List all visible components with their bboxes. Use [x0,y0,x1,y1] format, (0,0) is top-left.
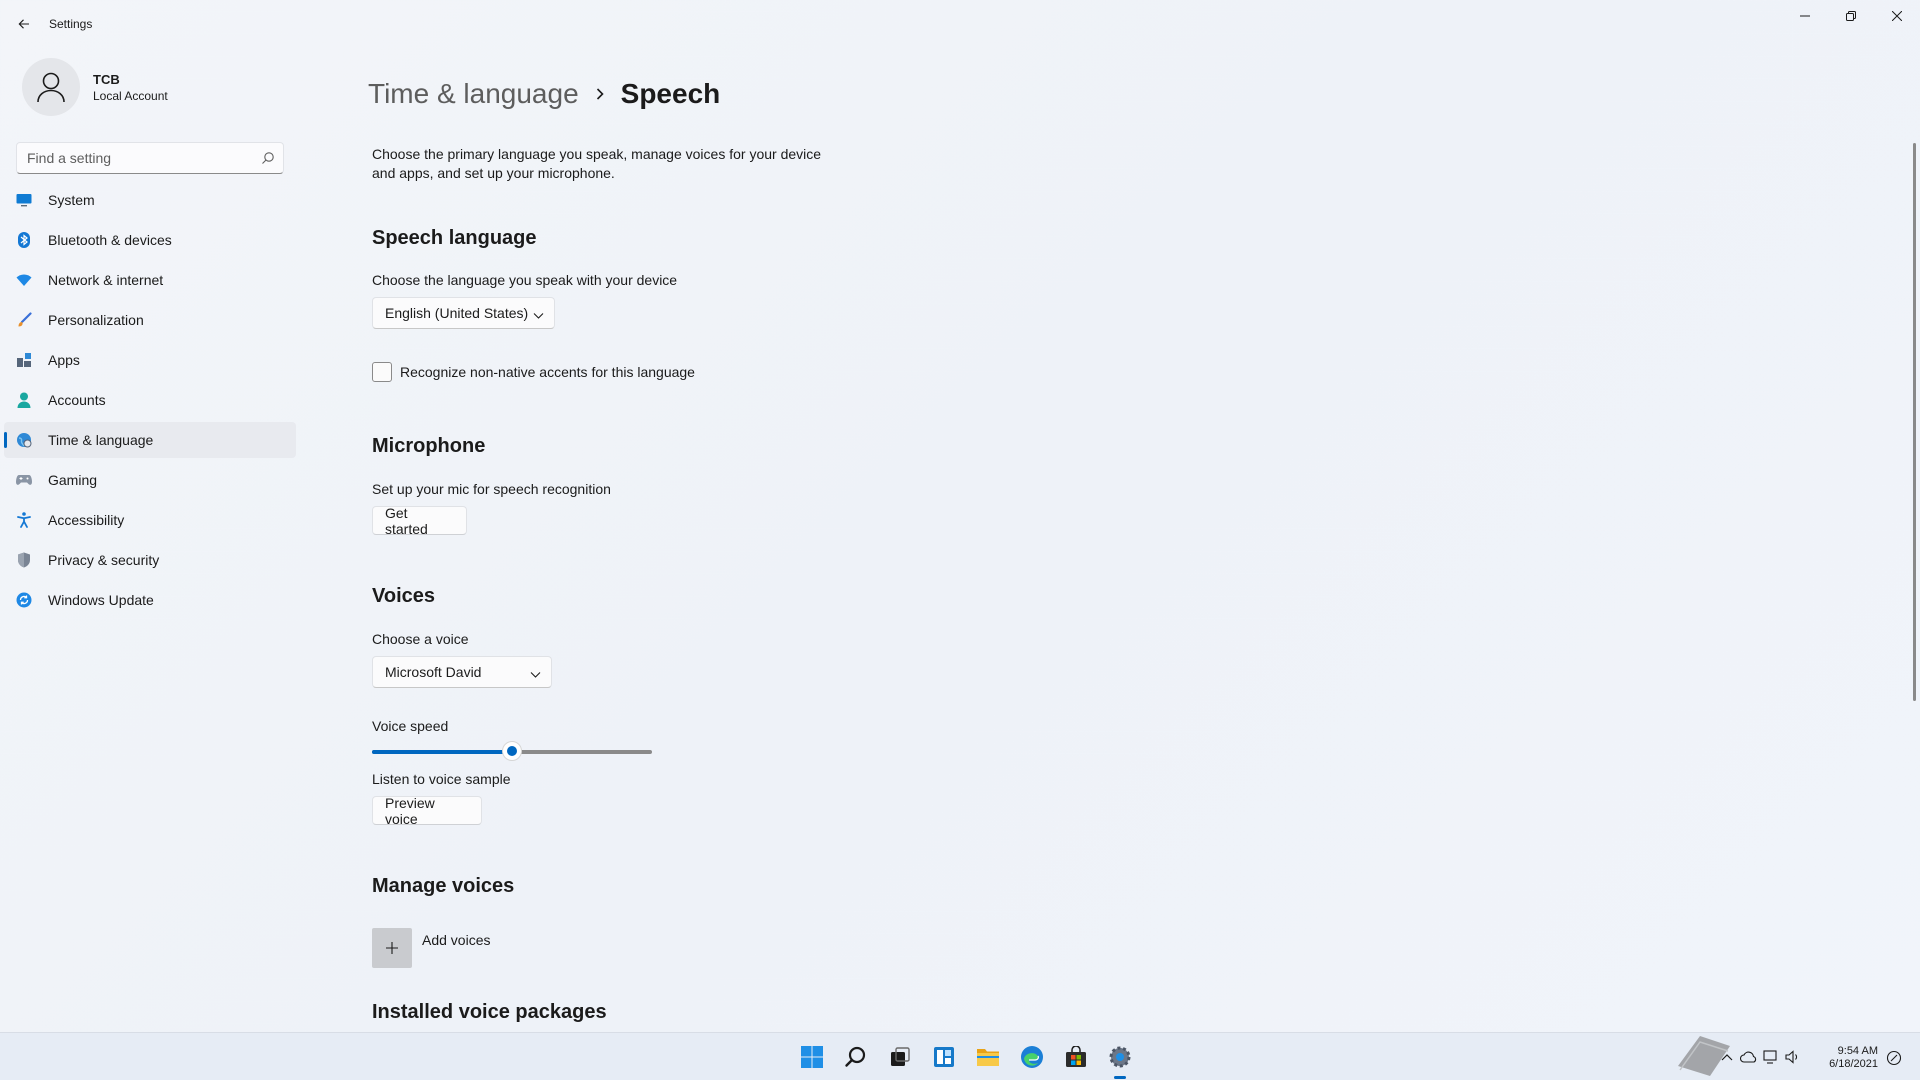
clock-date: 6/18/2021 [1829,1058,1878,1070]
back-arrow-icon [18,19,29,29]
slider-thumb[interactable] [502,741,522,761]
sidebar-item-apps[interactable]: Apps [4,342,296,378]
non-native-accents-option[interactable]: Recognize non-native accents for this la… [372,362,695,382]
edge-icon[interactable] [1010,1033,1054,1080]
breadcrumb-parent[interactable]: Time & language [368,78,579,110]
sidebar-nav: System Bluetooth & devices Network & int… [4,182,296,622]
search-box[interactable] [16,142,284,174]
microphone-heading: Microphone [372,435,486,457]
sidebar-item-label: Apps [48,352,80,368]
speech-language-value: English (United States) [385,305,529,321]
sidebar-item-label: Accessibility [48,512,125,528]
notifications-icon[interactable] [1886,1050,1902,1071]
voice-value: Microsoft David [385,664,482,680]
sidebar-item-label: Network & internet [48,272,164,288]
sidebar-item-personalization[interactable]: Personalization [4,302,296,338]
avatar [22,58,80,116]
taskbar: 9:54 AM 6/18/2021 [0,1032,1920,1080]
add-voices-button[interactable] [372,928,412,968]
speech-language-label: Choose the language you speak with your … [372,272,678,288]
wifi-icon [16,272,32,288]
sidebar-item-time-language[interactable]: Time & language [4,422,296,458]
watermark-logo [1672,1030,1782,1080]
settings-icon[interactable] [1098,1033,1142,1080]
page-title: Speech [620,78,721,109]
person-outline-icon [37,72,65,103]
sidebar-item-label: System [48,192,95,208]
manage-voices-heading: Manage voices [372,875,515,897]
voice-dropdown[interactable]: Microsoft David [372,656,552,688]
person-icon [16,392,32,408]
gamepad-icon [16,472,32,488]
windows-start-icon[interactable] [790,1033,834,1080]
sidebar-item-label: Privacy & security [48,552,160,568]
speech-language-dropdown[interactable]: English (United States) [372,297,555,329]
chevron-down-icon [530,667,541,683]
user-profile[interactable]: TCB Local Account [20,56,300,120]
sidebar-item-windows-update[interactable]: Windows Update [4,582,296,618]
sidebar-item-accounts[interactable]: Accounts [4,382,296,418]
volume-icon[interactable] [1782,1050,1804,1064]
update-icon [16,592,32,608]
add-voices-label[interactable]: Add voices [422,932,490,948]
shield-icon [16,552,32,568]
voice-speed-label: Voice speed [372,718,449,734]
installed-voice-packages-heading: Installed voice packages [372,1001,607,1023]
profile-account-type: Local Account [93,89,168,103]
close-button[interactable] [1874,0,1920,32]
non-native-accents-checkbox[interactable] [372,362,392,382]
slider-fill [372,750,512,754]
sidebar-item-label: Windows Update [48,592,154,608]
globe-clock-icon [16,432,32,448]
app-title: Settings [49,17,93,31]
sidebar-item-label: Time & language [48,432,154,448]
profile-name: TCB [93,72,120,87]
breadcrumb: Time & language Speech [368,78,720,110]
get-started-button[interactable]: Get started [372,505,467,537]
sidebar-item-system[interactable]: System [4,182,296,218]
sidebar-item-privacy[interactable]: Privacy & security [4,542,296,578]
monitor-icon [16,192,32,208]
non-native-accents-label: Recognize non-native accents for this la… [400,364,695,380]
widgets-icon[interactable] [922,1033,966,1080]
voices-heading: Voices [372,585,435,607]
plus-icon [386,942,398,954]
accessibility-icon [16,512,32,528]
page-description: Choose the primary language you speak, m… [372,146,822,181]
file-explorer-icon[interactable] [966,1033,1010,1080]
scrollbar[interactable] [1913,143,1916,701]
sidebar-item-bluetooth[interactable]: Bluetooth & devices [4,222,296,258]
microphone-label: Set up your mic for speech recognition [372,481,611,497]
sidebar-item-label: Personalization [48,312,144,328]
choose-voice-label: Choose a voice [372,631,469,647]
voice-speed-slider[interactable] [372,739,652,763]
clock-time: 9:54 AM [1837,1045,1878,1057]
sidebar-item-label: Gaming [48,472,98,488]
apps-icon [16,352,32,368]
back-button[interactable] [12,12,36,36]
sidebar-item-gaming[interactable]: Gaming [4,462,296,498]
speech-language-heading: Speech language [372,227,537,249]
preview-voice-button[interactable]: Preview voice [372,795,482,827]
search-input[interactable] [17,143,247,173]
sidebar-item-accessibility[interactable]: Accessibility [4,502,296,538]
task-view-icon[interactable] [878,1033,922,1080]
taskbar-apps [790,1033,1142,1080]
main-content: Time & language Speech Choose the primar… [368,0,1868,1030]
voice-sample-label: Listen to voice sample [372,771,511,787]
chevron-right-icon [595,87,605,101]
sidebar-item-network[interactable]: Network & internet [4,262,296,298]
sidebar-item-label: Accounts [48,392,106,408]
chevron-down-icon [533,308,544,324]
brush-icon [16,312,32,328]
search-icon[interactable] [261,151,275,170]
close-icon [1892,11,1902,21]
taskbar-clock[interactable]: 9:54 AM 6/18/2021 [1822,1045,1878,1071]
search-icon[interactable] [834,1033,878,1080]
sidebar-item-label: Bluetooth & devices [48,232,172,248]
store-icon[interactable] [1054,1033,1098,1080]
bluetooth-icon [16,232,32,248]
